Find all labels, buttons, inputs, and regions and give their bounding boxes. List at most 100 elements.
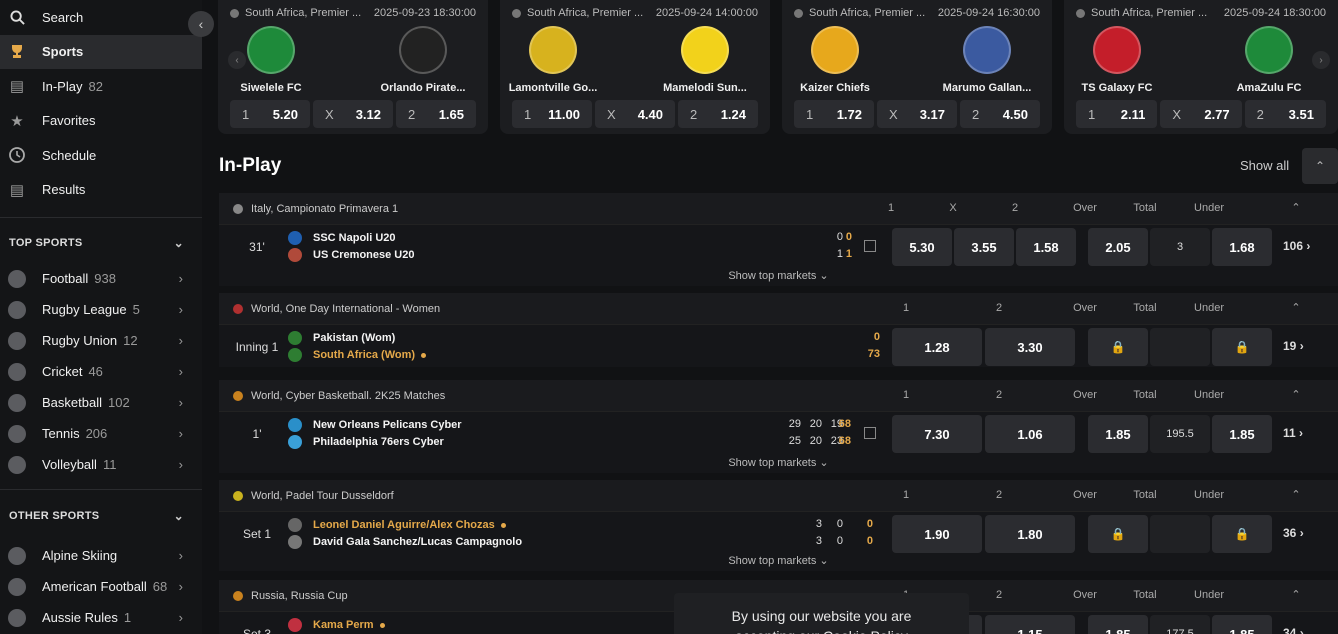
total-score: 0 [866, 518, 873, 530]
team-logo [288, 231, 302, 245]
sport-item-rugby-union[interactable]: Rugby Union 12 › [0, 325, 202, 356]
sport-item-football[interactable]: Football 938 › [0, 263, 202, 294]
main-nav: Search Sports ▤ In-Play 82 ★ Favorites Schedule… [0, 0, 202, 207]
sport-item-alpine-skiing[interactable]: Alpine Skiing › [0, 540, 202, 571]
stats-icon[interactable] [864, 427, 876, 439]
nav-item-favorites[interactable]: ★ Favorites [0, 104, 202, 139]
odds-button[interactable]: 1.85 [1212, 615, 1272, 634]
sport-label: Football [42, 271, 89, 286]
odds-button[interactable]: 2 4.50 [960, 100, 1040, 128]
carousel-prev-icon[interactable]: ‹ [228, 51, 246, 69]
period-score: 0 [836, 518, 843, 530]
more-markets-link[interactable]: 19 › [1283, 339, 1304, 353]
nav-item-results[interactable]: ▤ Results [0, 173, 202, 208]
odds-button[interactable]: 2 1.24 [678, 100, 758, 128]
league-header[interactable]: Italy, Campionato Primavera 1 1 X 2 Over Tota… [219, 193, 1338, 224]
stats-icon[interactable] [864, 240, 876, 252]
sport-item-american-football[interactable]: American Football 68 › [0, 571, 202, 602]
top-sports-header[interactable]: TOP SPORTS ⌄ [0, 225, 202, 261]
nav-item-schedule[interactable]: Schedule [0, 138, 202, 173]
odds-button[interactable]: 1.06 [985, 415, 1075, 453]
odds-button[interactable]: X 4.40 [595, 100, 675, 128]
match-datetime: 2025-09-24 18:30:00 [1223, 7, 1326, 19]
featured-match-card[interactable]: South Africa, Premier ... 2025-09-24 16:3… [782, 0, 1052, 134]
odds-button[interactable]: 1.80 [985, 515, 1075, 553]
odds-button[interactable]: 1 5.20 [230, 100, 310, 128]
show-top-markets-link[interactable]: Show top markets ⌄ [219, 269, 1338, 286]
column-header: Total [1133, 589, 1157, 601]
odds-button[interactable]: 1 1.72 [794, 100, 874, 128]
sport-label: Rugby Union [42, 333, 118, 348]
league-header[interactable]: World, One Day International - Women 1 2 Ov… [219, 293, 1338, 324]
odds-button[interactable]: 177.5 [1150, 615, 1210, 634]
other-sports-header[interactable]: OTHER SPORTS ⌄ [0, 498, 202, 534]
chevron-down-icon: ⌄ [173, 236, 184, 250]
nav-item-search[interactable]: Search [0, 0, 202, 35]
sport-item-basketball[interactable]: Basketball 102 › [0, 387, 202, 418]
expand-all-button[interactable]: ⌃ [1302, 148, 1338, 184]
more-markets-link[interactable]: 36 › [1283, 526, 1304, 540]
odds-button[interactable]: X 3.17 [877, 100, 957, 128]
collapse-league-icon[interactable]: ⌃ [1289, 193, 1303, 224]
column-header: Total [1133, 489, 1157, 501]
odds-button[interactable]: 1.90 [892, 515, 982, 553]
event-row[interactable]: 1' New Orleans Pelicans Cyber 29 20 19 68 Phil… [219, 411, 1338, 456]
league-header[interactable]: World, Cyber Basketball. 2K25 Matches 1 2 O… [219, 380, 1338, 411]
event-row[interactable]: Inning 1 Pakistan (Wom) 0 South Africa (Wom… [219, 324, 1338, 367]
odds-button[interactable]: 1.85 [1088, 415, 1148, 453]
sport-item-aussie-rules[interactable]: Aussie Rules 1 › [0, 602, 202, 633]
odds-button[interactable]: 2 1.65 [396, 100, 476, 128]
odds-button[interactable]: 1.85 [1212, 415, 1272, 453]
event-row[interactable]: 31' SSC Napoli U20 0 0 US Cremonese U20 1 1 5.3… [219, 224, 1338, 269]
team-name: Leonel Daniel Aguirre/Alex Chozas [313, 519, 495, 531]
show-top-markets-link[interactable]: Show top markets ⌄ [219, 456, 1338, 473]
nav-item-in-play[interactable]: ▤ In-Play 82 [0, 69, 202, 104]
show-all-link[interactable]: Show all [1240, 158, 1289, 173]
collapse-league-icon[interactable]: ⌃ [1289, 293, 1303, 324]
odds-button[interactable]: 3.55 [954, 228, 1014, 266]
nav-item-sports[interactable]: Sports [0, 34, 202, 69]
event-row[interactable]: Set 1 Leonel Daniel Aguirre/Alex Chozas 3 0… [219, 511, 1338, 554]
odds-button[interactable]: 3.30 [985, 328, 1075, 366]
show-top-markets-link[interactable]: Show top markets ⌄ [219, 554, 1338, 571]
sport-item-volleyball[interactable]: Volleyball 11 › [0, 449, 202, 480]
odds-button[interactable]: 2.05 [1088, 228, 1148, 266]
odds-key: X [889, 106, 898, 122]
odds-button[interactable]: X 3.12 [313, 100, 393, 128]
featured-match-card[interactable]: South Africa, Premier ... 2025-09-24 18:3… [1064, 0, 1338, 134]
odds-button[interactable]: 1.15 [985, 615, 1075, 634]
featured-match-card[interactable]: South Africa, Premier ... 2025-09-23 18:3… [218, 0, 488, 134]
featured-match-card[interactable]: South Africa, Premier ... 2025-09-24 14:0… [500, 0, 770, 134]
total-score: 0 [866, 535, 873, 547]
odds-button[interactable]: 5.30 [892, 228, 952, 266]
odds-button[interactable]: 1.58 [1016, 228, 1076, 266]
total-score: 0 [845, 231, 852, 243]
odds-button[interactable]: 7.30 [892, 415, 982, 453]
volleyball-icon [8, 455, 26, 474]
odds-button[interactable]: X 2.77 [1160, 100, 1242, 128]
odds-button[interactable]: 1.85 [1088, 615, 1148, 634]
total-score: 68 [838, 418, 851, 430]
collapse-league-icon[interactable]: ⌃ [1289, 580, 1303, 611]
league-header[interactable]: World, Padel Tour Dusseldorf 1 2 Over Total U… [219, 480, 1338, 511]
odds-button[interactable]: 3 [1150, 228, 1210, 266]
team-name: Mamelodi Sun... [663, 82, 747, 94]
collapse-sidebar-button[interactable]: ‹ [188, 11, 214, 37]
more-markets-link[interactable]: 11 › [1283, 426, 1303, 440]
carousel-next-icon[interactable]: › [1312, 51, 1330, 69]
sport-item-rugby-league[interactable]: Rugby League 5 › [0, 294, 202, 325]
odds-button[interactable]: 1.28 [892, 328, 982, 366]
odds-button[interactable]: 2 3.51 [1244, 100, 1326, 128]
collapse-league-icon[interactable]: ⌃ [1289, 380, 1303, 411]
sport-item-cricket[interactable]: Cricket 46 › [0, 356, 202, 387]
odds-button[interactable]: 195.5 [1150, 415, 1210, 453]
odds-button[interactable]: 1 2.11 [1076, 100, 1158, 128]
collapse-league-icon[interactable]: ⌃ [1289, 480, 1303, 511]
odds-button[interactable]: 1 11.00 [512, 100, 592, 128]
more-markets-link[interactable]: 106 › [1283, 239, 1310, 253]
more-markets-link[interactable]: 34 › [1283, 626, 1304, 634]
odds-button[interactable]: 1.68 [1212, 228, 1272, 266]
home-team: TS Galaxy FC [1062, 26, 1172, 94]
sport-item-tennis[interactable]: Tennis 206 › [0, 418, 202, 449]
odds-key: 2 [408, 106, 416, 122]
